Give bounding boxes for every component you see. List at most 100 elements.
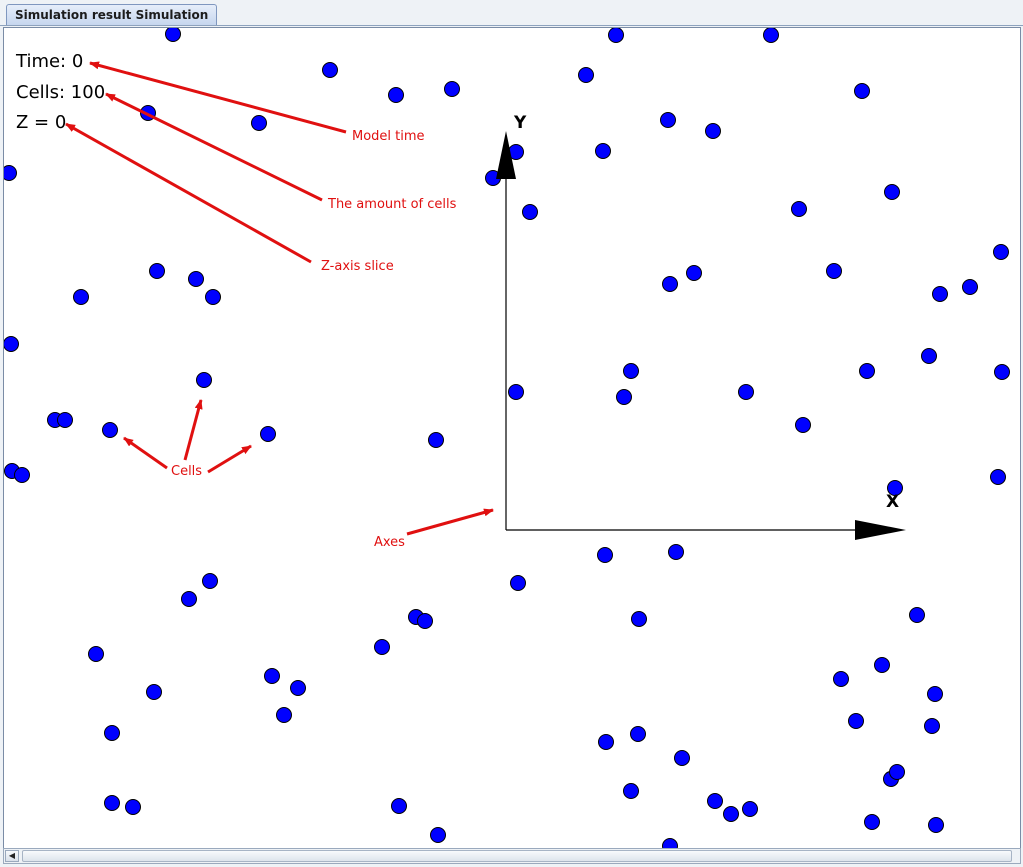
annotation-axes: Axes <box>374 535 405 550</box>
annotation-z-axis-slice: Z-axis slice <box>321 259 394 274</box>
scrollbar-thumb[interactable] <box>22 850 1012 862</box>
cell-circle <box>181 591 197 607</box>
cell-circle <box>962 279 978 295</box>
cell-circle <box>522 204 538 220</box>
cell-circle <box>833 671 849 687</box>
time-readout: Time: 0 <box>16 51 84 72</box>
cell-circle <box>668 544 684 560</box>
cell-circle <box>104 725 120 741</box>
cell-circle <box>623 783 639 799</box>
cell-circle <box>276 707 292 723</box>
cell-circle <box>165 28 181 42</box>
cell-circle <box>251 115 267 131</box>
tab-bar: Simulation result Simulation <box>0 0 1023 26</box>
cell-circle <box>578 67 594 83</box>
simulation-viewport[interactable]: Time: 0 Cells: 100 Z = 0 Model time The … <box>3 27 1021 849</box>
cell-circle <box>662 838 678 848</box>
cell-circle <box>4 165 17 181</box>
cell-circle <box>4 336 19 352</box>
scroll-left-arrow-icon[interactable]: ◀ <box>5 850 19 862</box>
cell-circle <box>104 795 120 811</box>
cell-circle <box>742 801 758 817</box>
cell-circle <box>791 201 807 217</box>
cell-circle <box>889 764 905 780</box>
cell-circle <box>826 263 842 279</box>
cell-circle <box>202 573 218 589</box>
cell-circle <box>73 289 89 305</box>
arrow-cells-right <box>207 444 252 474</box>
tab-simulation-result[interactable]: Simulation result Simulation <box>6 4 218 25</box>
axes <box>496 131 906 540</box>
cell-circle <box>662 276 678 292</box>
cell-circle <box>623 363 639 379</box>
cell-circle <box>88 646 104 662</box>
cell-circle <box>993 244 1009 260</box>
cell-circle <box>102 422 118 438</box>
cell-circle <box>595 143 611 159</box>
cell-circle <box>264 668 280 684</box>
cell-circle <box>927 686 943 702</box>
z-slice-readout: Z = 0 <box>16 112 67 133</box>
arrow-amount-of-cells <box>105 92 323 202</box>
cell-circle <box>932 286 948 302</box>
cell-circle <box>674 750 690 766</box>
cell-circle <box>388 87 404 103</box>
cell-circle <box>149 263 165 279</box>
annotation-amount-of-cells: The amount of cells <box>328 197 457 212</box>
arrow-cells-left <box>123 436 168 470</box>
cell-circle <box>508 384 524 400</box>
cell-circle <box>921 348 937 364</box>
cell-circle <box>854 83 870 99</box>
cell-circle <box>417 613 433 629</box>
cell-circle <box>631 611 647 627</box>
annotation-arrows <box>65 61 494 536</box>
cell-circle <box>597 547 613 563</box>
cell-circle <box>14 467 30 483</box>
cell-circle <box>848 713 864 729</box>
cell-circle <box>864 814 880 830</box>
cell-circle <box>598 734 614 750</box>
cell-circle <box>763 28 779 43</box>
cell-circle <box>444 81 460 97</box>
cell-circle <box>260 426 276 442</box>
cell-circle <box>686 265 702 281</box>
cell-circle <box>290 680 306 696</box>
annotation-model-time: Model time <box>352 129 425 144</box>
cell-circle <box>874 657 890 673</box>
cell-circle <box>705 123 721 139</box>
cell-circle <box>125 799 141 815</box>
cell-circle <box>660 112 676 128</box>
cell-circle <box>205 289 221 305</box>
cell-circle <box>430 827 446 843</box>
cell-circle <box>795 417 811 433</box>
cell-circle <box>990 469 1006 485</box>
cell-circle <box>928 817 944 833</box>
cell-circle <box>994 364 1010 380</box>
y-axis-label: Y <box>514 113 527 133</box>
cell-circle <box>608 28 624 43</box>
cell-circle <box>909 607 925 623</box>
cell-circle <box>428 432 444 448</box>
x-axis-arrowhead <box>855 520 906 540</box>
cell-circle <box>630 726 646 742</box>
cell-circle <box>723 806 739 822</box>
cell-circle <box>738 384 754 400</box>
cell-circle <box>884 184 900 200</box>
cell-circle <box>188 271 204 287</box>
cell-circle <box>616 389 632 405</box>
cells-canvas <box>4 28 1010 848</box>
cell-circle <box>322 62 338 78</box>
arrow-model-time <box>89 61 347 134</box>
cell-circle <box>196 372 212 388</box>
x-axis-label: X <box>886 492 900 512</box>
cell-circle <box>924 718 940 734</box>
horizontal-scrollbar[interactable]: ◀ <box>3 848 1021 864</box>
cells-count-readout: Cells: 100 <box>16 82 106 103</box>
cell-circle <box>57 412 73 428</box>
cell-circle <box>374 639 390 655</box>
arrow-axes <box>406 508 494 536</box>
cell-circle <box>510 575 526 591</box>
cell-circle <box>391 798 407 814</box>
cell-circle <box>859 363 875 379</box>
arrow-cells-up <box>183 399 203 461</box>
